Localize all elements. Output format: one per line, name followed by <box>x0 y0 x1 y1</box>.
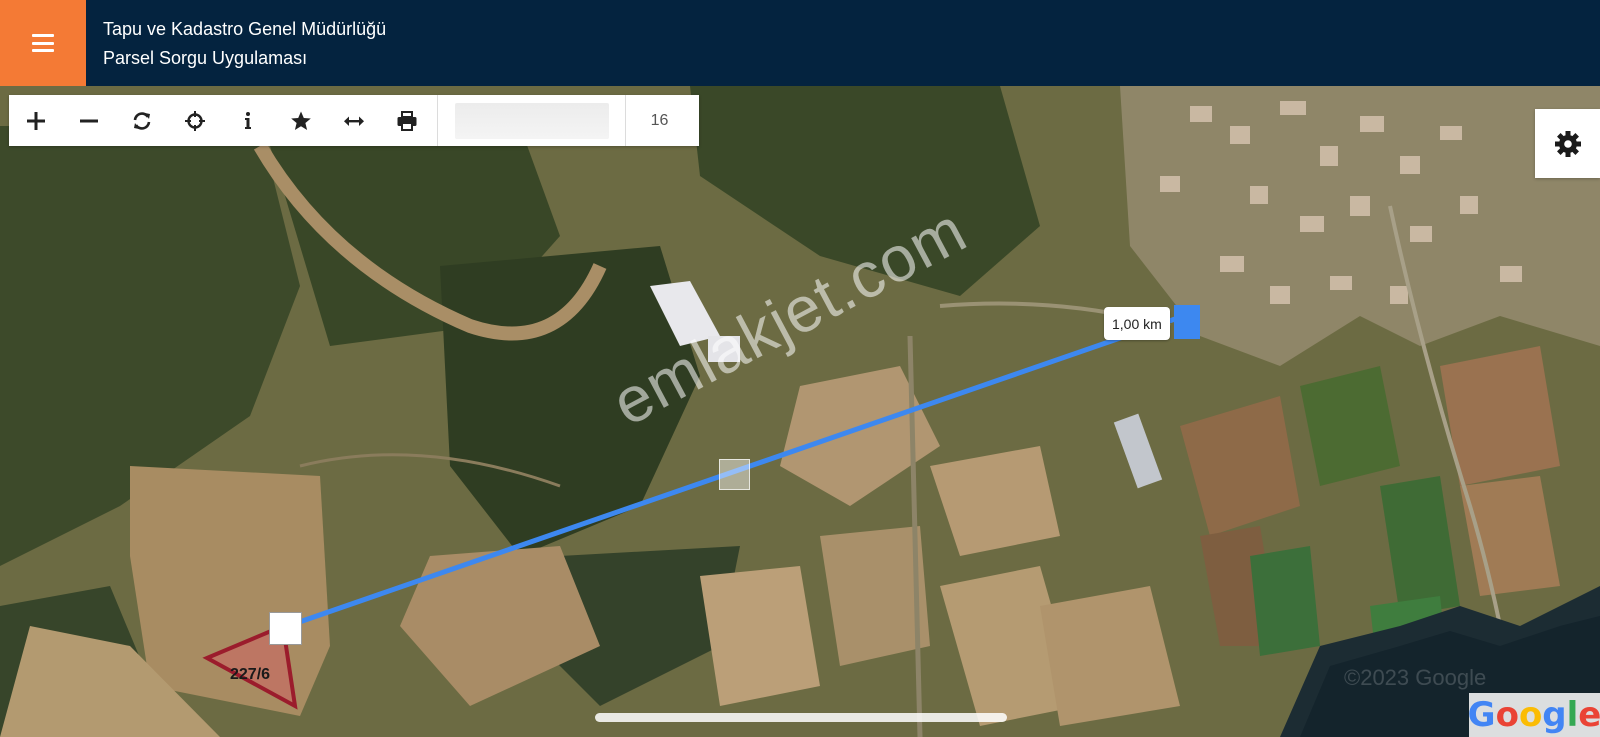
measure-mid-handle[interactable] <box>719 459 750 490</box>
crosshair-icon <box>184 110 205 131</box>
app-title: Tapu ve Kadastro Genel Müdürlüğü Parsel … <box>103 15 386 73</box>
map-toolbar: 16 <box>9 95 699 146</box>
menu-button[interactable] <box>0 0 86 86</box>
favorites-button[interactable] <box>274 95 327 146</box>
locate-button[interactable] <box>168 95 221 146</box>
measure-end-handle[interactable] <box>1174 305 1200 339</box>
plus-icon <box>26 111 45 130</box>
print-button[interactable] <box>380 95 433 146</box>
measure-button[interactable] <box>327 95 380 146</box>
satellite-imagery <box>0 86 1600 737</box>
measure-start-handle[interactable] <box>269 612 302 645</box>
hamburger-icon <box>32 34 54 52</box>
printer-icon <box>397 110 416 131</box>
home-indicator[interactable] <box>595 713 1007 722</box>
refresh-icon <box>133 111 150 130</box>
app-title-line2: Parsel Sorgu Uygulaması <box>103 48 308 68</box>
double-arrow-icon <box>343 116 364 126</box>
app-title-line1: Tapu ve Kadastro Genel Müdürlüğü <box>103 19 387 39</box>
info-icon <box>244 111 251 129</box>
refresh-button[interactable] <box>115 95 168 146</box>
zoom-in-button[interactable] <box>9 95 62 146</box>
google-logo: Google <box>1467 693 1600 737</box>
settings-button[interactable] <box>1535 109 1600 178</box>
star-icon <box>290 111 311 130</box>
zoom-out-button[interactable] <box>62 95 115 146</box>
map-copyright: ©2023 Google <box>1344 665 1487 690</box>
search-input[interactable] <box>455 102 609 139</box>
gear-icon <box>1554 130 1581 157</box>
info-button[interactable] <box>221 95 274 146</box>
app-header: Tapu ve Kadastro Genel Müdürlüğü Parsel … <box>0 0 1600 86</box>
minus-icon <box>79 119 98 122</box>
measure-distance-label: 1,00 km <box>1104 307 1170 340</box>
satellite-map[interactable] <box>0 86 1600 737</box>
parcel-number-label: 227/6 <box>230 666 271 683</box>
zoom-level-display: 16 <box>625 95 693 146</box>
toolbar-divider <box>437 95 438 146</box>
